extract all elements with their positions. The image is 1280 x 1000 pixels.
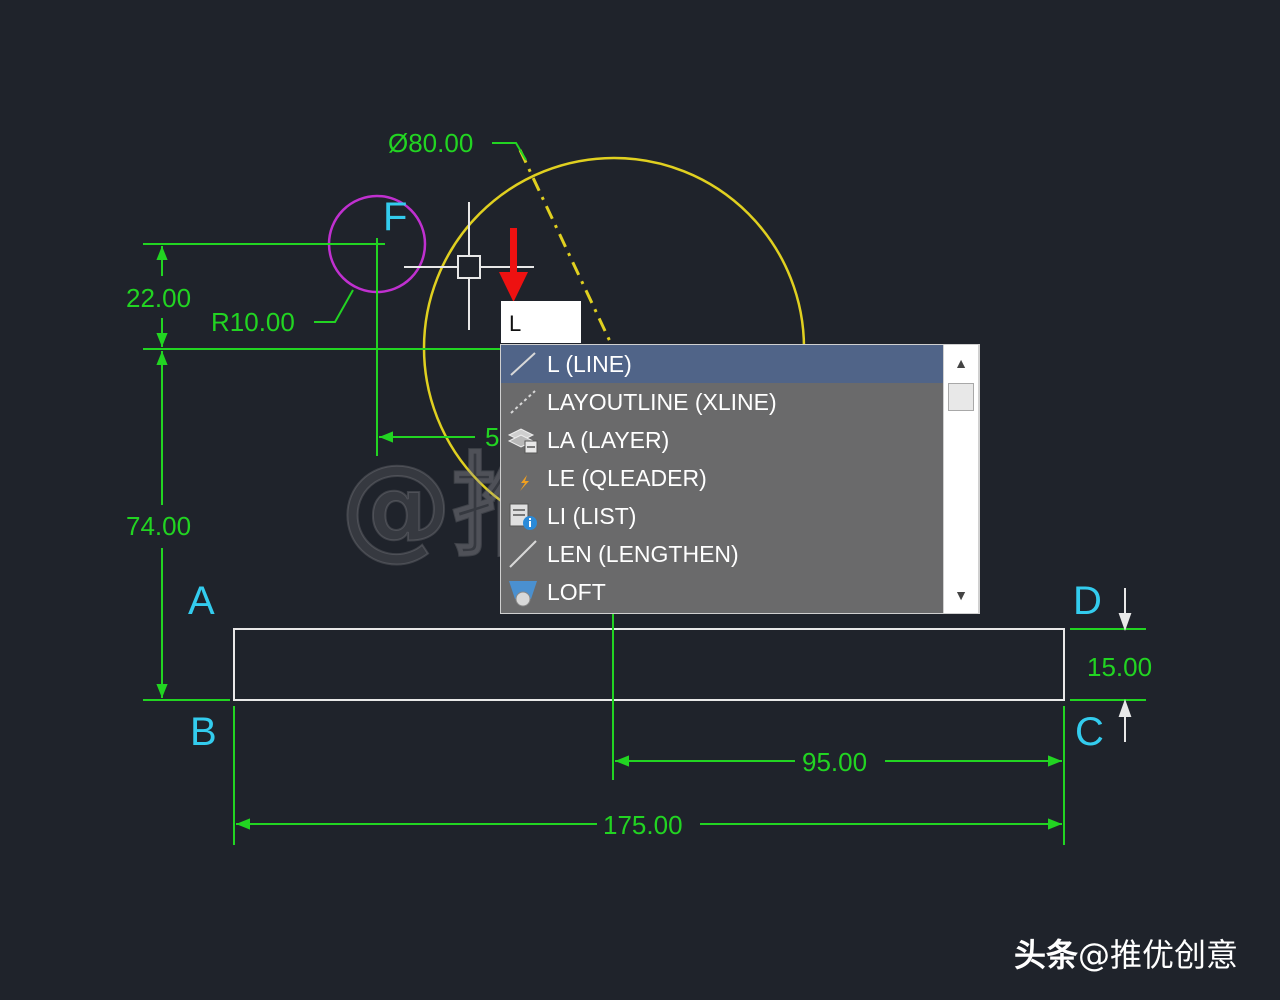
scroll-down-arrow-icon[interactable]: ▼ [944,581,978,609]
radius-leader [314,289,354,323]
command-input[interactable]: L [501,301,581,343]
autocomplete-item-label: LA (LAYER) [547,427,670,453]
brand-handle: @推优创意 [1078,936,1239,974]
dimension-arrowhead [1118,613,1132,631]
qleader-icon [520,475,529,491]
autocomplete-item-label: LOFT [547,579,606,605]
command-autocomplete-list: L (LINE) LAYOUTLINE (XLINE) LA (LAYER) L… [500,344,980,614]
red-down-arrow-icon [499,228,528,302]
dimension-15-label: 15.00 [1087,652,1152,682]
dimension-175-label: 175.00 [603,810,683,840]
autocomplete-item-loft[interactable]: LOFT [501,573,944,611]
line-icon [510,352,536,376]
point-f-label: F [383,195,407,239]
autocomplete-item-list[interactable]: LI (LIST) [501,497,944,535]
lengthen-icon [509,540,537,568]
list-icon [509,503,537,530]
xline-icon [510,390,536,414]
dimension-arrowhead [1118,699,1132,717]
autocomplete-item-label: LI (LIST) [547,503,637,529]
point-c-label: C [1075,710,1104,754]
dimension-74-label: 74.00 [126,511,191,541]
autocomplete-item-label: LEN (LENGTHEN) [547,541,739,567]
loft-icon [509,581,537,607]
autocomplete-item-layoutline[interactable]: LAYOUTLINE (XLINE) [501,383,944,421]
autocomplete-item-layer[interactable]: LA (LAYER) [501,421,944,459]
autocomplete-item-label: LE (QLEADER) [547,465,707,491]
point-a-label: A [188,579,215,623]
point-b-label: B [190,710,217,754]
scrollbar-thumb[interactable] [948,383,974,411]
dimension-95-label: 95.00 [802,747,867,777]
autocomplete-item-label: L (LINE) [547,351,632,377]
diameter-leader [492,142,527,161]
autocomplete-item-qleader[interactable]: LE (QLEADER) [501,459,944,497]
brand-name: 头条 [1014,936,1079,974]
rectangle-abcd [233,628,1065,701]
autocomplete-item-label: LAYOUTLINE (XLINE) [547,389,777,415]
diameter-label: Ø80.00 [388,128,473,158]
dimension-22-label: 22.00 [126,283,191,313]
autocomplete-scrollbar[interactable]: ▲ ▼ [943,344,979,614]
autocomplete-item-line[interactable]: L (LINE) [501,345,944,383]
layer-icon [507,428,538,454]
autocomplete-item-lengthen[interactable]: LEN (LENGTHEN) [501,535,944,573]
brand-watermark: 头条@推优创意 [1014,930,1238,976]
radius-label: R10.00 [211,307,295,337]
scroll-up-arrow-icon[interactable]: ▲ [944,349,978,377]
point-d-label: D [1073,579,1102,623]
